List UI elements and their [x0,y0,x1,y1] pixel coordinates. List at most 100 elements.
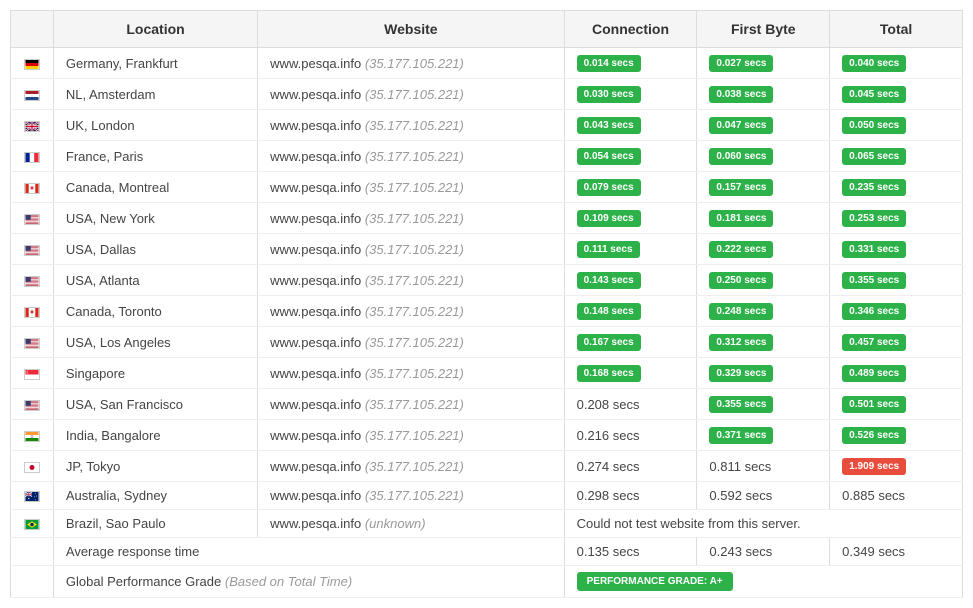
flag-cell [11,203,54,234]
table-row: USA, Los Angeleswww.pesqa.info (35.177.1… [11,327,963,358]
table-row-error: Brazil, Sao Paulowww.pesqa.info (unknown… [11,510,963,538]
timing-badge: 0.030 secs [577,86,641,103]
flag-cell [11,265,54,296]
table-row: USA, Dallaswww.pesqa.info (35.177.105.22… [11,234,963,265]
flag-sg-icon [24,366,40,381]
timing-badge: 0.168 secs [577,365,641,382]
total-cell: 0.346 secs [830,296,963,327]
flag-cell [11,389,54,420]
timing-badge: 0.501 secs [842,396,906,413]
header-first-byte[interactable]: First Byte [697,11,830,48]
flag-ca-icon [24,180,40,195]
header-row: Location Website Connection First Byte T… [11,11,963,48]
first-byte-cell: 0.248 secs [697,296,830,327]
flag-cell [11,327,54,358]
header-connection[interactable]: Connection [564,11,697,48]
website-cell: www.pesqa.info (35.177.105.221) [258,451,564,482]
total-cell: 0.050 secs [830,110,963,141]
timing-badge: 0.014 secs [577,55,641,72]
flag-jp-icon [24,459,40,474]
grade-label: Global Performance Grade (Based on Total… [53,566,564,598]
timing-badge: 0.346 secs [842,303,906,320]
location-cell: USA, Los Angeles [53,327,257,358]
location-cell: USA, Atlanta [53,265,257,296]
timing-badge: 0.143 secs [577,272,641,289]
first-byte-cell: 0.060 secs [697,141,830,172]
first-byte-cell: 0.250 secs [697,265,830,296]
location-cell: France, Paris [53,141,257,172]
first-byte-cell: 0.371 secs [697,420,830,451]
location-cell: UK, London [53,110,257,141]
first-byte-cell: 0.181 secs [697,203,830,234]
flag-cell [11,141,54,172]
timing-badge: 0.045 secs [842,86,906,103]
flag-us-icon [24,242,40,257]
timing-badge: 0.457 secs [842,334,906,351]
header-location[interactable]: Location [53,11,257,48]
location-cell: NL, Amsterdam [53,79,257,110]
total-cell: 0.526 secs [830,420,963,451]
connection-cell: 0.168 secs [564,358,697,389]
location-cell: Singapore [53,358,257,389]
location-cell: USA, Dallas [53,234,257,265]
flag-us-icon [24,273,40,288]
header-total[interactable]: Total [830,11,963,48]
total-cell: 1.909 secs [830,451,963,482]
website-cell: www.pesqa.info (35.177.105.221) [258,110,564,141]
table-row: Australia, Sydneywww.pesqa.info (35.177.… [11,482,963,510]
performance-table: Location Website Connection First Byte T… [10,10,963,598]
flag-cell [11,482,54,510]
total-cell: 0.885 secs [830,482,963,510]
table-row: Canada, Torontowww.pesqa.info (35.177.10… [11,296,963,327]
total-cell: 0.501 secs [830,389,963,420]
website-cell: www.pesqa.info (35.177.105.221) [258,358,564,389]
flag-br-icon [24,516,40,531]
table-row: USA, New Yorkwww.pesqa.info (35.177.105.… [11,203,963,234]
website-cell: www.pesqa.info (35.177.105.221) [258,203,564,234]
flag-gb-icon [24,118,40,133]
total-cell: 0.489 secs [830,358,963,389]
timing-badge: 0.526 secs [842,427,906,444]
table-row: USA, San Franciscowww.pesqa.info (35.177… [11,389,963,420]
connection-cell: 0.014 secs [564,48,697,79]
header-flag [11,11,54,48]
avg-connection: 0.135 secs [564,538,697,566]
total-cell: 0.457 secs [830,327,963,358]
first-byte-cell: 0.312 secs [697,327,830,358]
connection-cell: 0.298 secs [564,482,697,510]
table-row: Singaporewww.pesqa.info (35.177.105.221)… [11,358,963,389]
timing-badge: 0.355 secs [842,272,906,289]
timing-badge: 0.047 secs [709,117,773,134]
timing-badge: 0.329 secs [709,365,773,382]
flag-cell [11,451,54,482]
timing-badge: 0.489 secs [842,365,906,382]
timing-badge: 0.235 secs [842,179,906,196]
website-cell: www.pesqa.info (35.177.105.221) [258,327,564,358]
timing-badge: 0.060 secs [709,148,773,165]
flag-cell [11,234,54,265]
timing-badge: 0.250 secs [709,272,773,289]
location-cell: Germany, Frankfurt [53,48,257,79]
connection-cell: 0.216 secs [564,420,697,451]
first-byte-cell: 0.047 secs [697,110,830,141]
connection-cell: 0.079 secs [564,172,697,203]
location-cell: Brazil, Sao Paulo [53,510,257,538]
header-website[interactable]: Website [258,11,564,48]
flag-nl-icon [24,87,40,102]
first-byte-cell: 0.027 secs [697,48,830,79]
timing-badge: 0.050 secs [842,117,906,134]
total-cell: 0.253 secs [830,203,963,234]
timing-badge: 0.109 secs [577,210,641,227]
timing-badge: 0.111 secs [577,241,640,258]
timing-badge: 0.148 secs [577,303,641,320]
timing-badge: 0.331 secs [842,241,906,258]
timing-badge: 0.027 secs [709,55,773,72]
flag-cell [11,296,54,327]
connection-cell: 0.167 secs [564,327,697,358]
location-cell: India, Bangalore [53,420,257,451]
connection-cell: 0.030 secs [564,79,697,110]
location-cell: Canada, Toronto [53,296,257,327]
connection-cell: 0.109 secs [564,203,697,234]
total-cell: 0.355 secs [830,265,963,296]
flag-de-icon [24,56,40,71]
